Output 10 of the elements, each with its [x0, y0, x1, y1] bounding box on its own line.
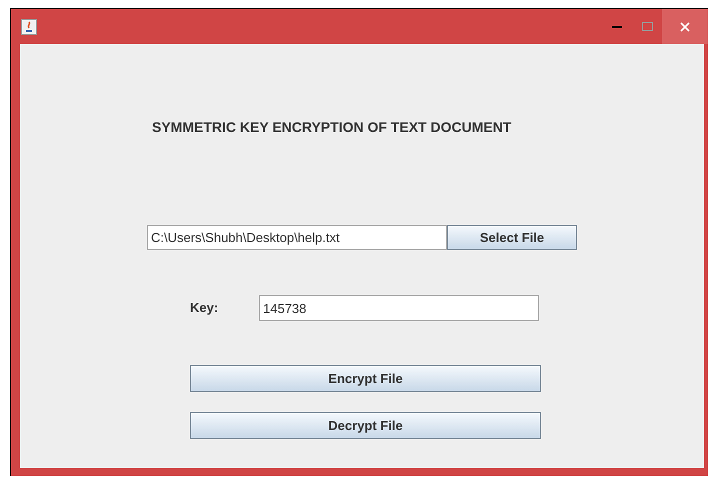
key-label: Key:	[190, 299, 220, 318]
encrypt-file-button[interactable]: Encrypt File	[190, 365, 541, 392]
close-icon	[680, 22, 690, 32]
select-file-button[interactable]: Select File	[447, 225, 577, 250]
decrypt-file-button[interactable]: Decrypt File	[190, 412, 541, 439]
file-path-field[interactable]: C:\Users\Shubh\Desktop\help.txt	[147, 225, 447, 250]
key-field[interactable]: 145738	[259, 295, 539, 321]
app-icon	[21, 18, 37, 34]
close-button[interactable]	[662, 9, 708, 44]
heading: SYMMETRIC KEY ENCRYPTION OF TEXT DOCUMENT	[152, 118, 512, 137]
